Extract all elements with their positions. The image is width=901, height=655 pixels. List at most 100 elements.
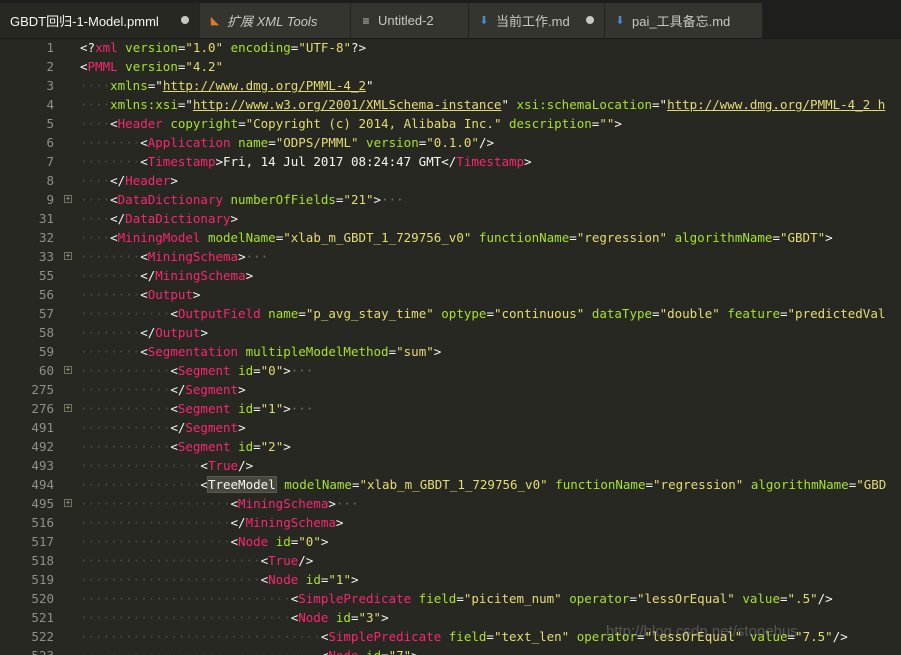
token: "regression" (653, 477, 744, 492)
code-line[interactable]: 523 ································<Node… (0, 646, 901, 655)
token: "Copyright (c) 2014, Alibaba Inc." (245, 116, 502, 131)
fold-expand-icon[interactable]: + (64, 252, 72, 260)
fold-expand-icon[interactable]: + (64, 499, 72, 507)
token: > (433, 344, 442, 359)
code-line[interactable]: 32 ····<MiningModel modelName = "xlab_m_GBD… (0, 228, 901, 247)
token: </ (230, 515, 246, 530)
tab-2[interactable]: ≡ Untitled-2 (351, 3, 469, 38)
token: "GBDT" (779, 230, 826, 245)
token: id (335, 610, 351, 625)
token: = (772, 230, 780, 245)
code-text: ························<True/> (80, 551, 313, 570)
code-line[interactable]: 6 ········<Application name="ODPS/PMML" v… (0, 133, 901, 152)
indent-guides: ···· (80, 230, 111, 245)
code-editor[interactable]: 1 <?xml version="1.0" encoding="UTF-8"?> 2… (0, 38, 901, 655)
token: Node (328, 648, 358, 655)
line-number: 2 (46, 59, 54, 74)
token: Segment (185, 382, 239, 397)
token: "text_len" (493, 629, 570, 644)
code-line[interactable]: 491 ············</Segment> (0, 418, 901, 437)
code-line[interactable]: 276 + ············<Segment id="1">··· (0, 399, 901, 418)
token: < (170, 306, 178, 321)
code-line[interactable]: 7 ········<Timestamp>Fri, 14 Jul 2017 08:… (0, 152, 901, 171)
code-text: ········<Segmentation multipleModelMetho… (80, 342, 441, 361)
token: < (140, 249, 148, 264)
token: < (80, 59, 88, 74)
line-number: 6 (46, 135, 54, 150)
code-line[interactable]: 56 ········<Output> (0, 285, 901, 304)
line-number: 516 (31, 515, 54, 530)
tab-0[interactable]: GBDT回归-1-Model.pmml (0, 3, 200, 38)
token: numberOfFields (230, 192, 336, 207)
code-line[interactable]: 1 <?xml version="1.0" encoding="UTF-8"?> (0, 38, 901, 57)
code-line[interactable]: 2 <PMML version="4.2" (0, 57, 901, 76)
tab-4[interactable]: ⬇ pai_工具备忘.md (605, 3, 763, 38)
editor-window: GBDT回归-1-Model.pmml ◣ 扩展 XML Tools ≡ Untitle… (0, 0, 901, 655)
token: > (614, 116, 622, 131)
code-line[interactable]: 58 ········</Output> (0, 323, 901, 342)
indent-guides: ···························· (80, 591, 291, 606)
fold-expand-icon[interactable]: + (64, 404, 72, 412)
token: MiningSchema (147, 249, 239, 264)
code-line[interactable]: 493 ················<True/> (0, 456, 901, 475)
token: DataDictionary (125, 211, 231, 226)
code-line[interactable]: 3 ····xmlns="http://www.dmg.org/PMML-4_2" (0, 76, 901, 95)
code-line[interactable]: 517 ····················<Node id="0"> (0, 532, 901, 551)
code-line[interactable]: 31 ····</DataDictionary> (0, 209, 901, 228)
unsaved-dot-icon[interactable] (181, 16, 189, 24)
tab-1[interactable]: ◣ 扩展 XML Tools (200, 3, 351, 38)
line-number: 31 (38, 211, 54, 226)
code-line[interactable]: 5 ····<Header copyright="Copyright (c) 20… (0, 114, 901, 133)
token: =" (177, 97, 193, 112)
code-line[interactable]: 495 + ····················<MiningSchema>··… (0, 494, 901, 513)
markdown-icon: ⬇ (479, 15, 489, 27)
token: < (140, 135, 148, 150)
token: multipleModelMethod (245, 344, 389, 359)
code-line[interactable]: 520 ····························<SimplePr… (0, 589, 901, 608)
fold-expand-icon[interactable]: + (64, 366, 72, 374)
token: algorithmName (750, 477, 849, 492)
code-line[interactable]: 275 ············</Segment> (0, 380, 901, 399)
code-line[interactable]: 516 ····················</MiningSchema> (0, 513, 901, 532)
line-number: 491 (31, 420, 54, 435)
code-line[interactable]: 492 ············<Segment id="2"> (0, 437, 901, 456)
code-text: ············<Segment id="2"> (80, 437, 291, 456)
code-text: ····</DataDictionary> (80, 209, 238, 228)
line-number: 276 (31, 401, 54, 416)
code-line[interactable]: 57 ············<OutputField name="p_avg_s… (0, 304, 901, 323)
token: "regression" (576, 230, 668, 245)
token: </ (140, 268, 156, 283)
token: < (140, 344, 148, 359)
token: ".5" (787, 591, 818, 606)
indent-guides: ···· (80, 116, 111, 131)
token: version (125, 40, 178, 55)
line-number: 7 (46, 154, 54, 169)
tab-3[interactable]: ⬇ 当前工作.md (469, 3, 605, 38)
code-line[interactable]: 60 + ············<Segment id="0">··· (0, 361, 901, 380)
code-line[interactable]: 519 ························<Node id="1"> (0, 570, 901, 589)
fold-expand-icon[interactable]: + (64, 195, 72, 203)
code-line[interactable]: 494 ················<TreeModel modelName =… (0, 475, 901, 494)
code-line[interactable]: 518 ························<True/> (0, 551, 901, 570)
token: = (629, 591, 637, 606)
code-line[interactable]: 59 ········<Segmentation multipleModelMet… (0, 342, 901, 361)
code-line[interactable]: 4 ····xmlns:xsi="http://www.w3.org/2001/X… (0, 95, 901, 114)
code-line[interactable]: 33 + ········<MiningSchema>··· (0, 247, 901, 266)
token: ··· (245, 249, 269, 264)
token: > (245, 268, 254, 283)
line-number: 32 (38, 230, 54, 245)
token: > (283, 401, 291, 416)
code-line[interactable]: 9 + ····<DataDictionary numberOfFields="21… (0, 190, 901, 209)
code-text: ············<Segment id="0">··· (80, 361, 313, 380)
token: "sum" (396, 344, 434, 359)
token: > (170, 173, 178, 188)
code-line[interactable]: 8 ····</Header> (0, 171, 901, 190)
code-text: ····························<Node id="3"… (80, 608, 389, 627)
token: "double" (659, 306, 720, 321)
unsaved-dot-icon[interactable] (586, 16, 594, 24)
code-line[interactable]: 55 ········</MiningSchema> (0, 266, 901, 285)
